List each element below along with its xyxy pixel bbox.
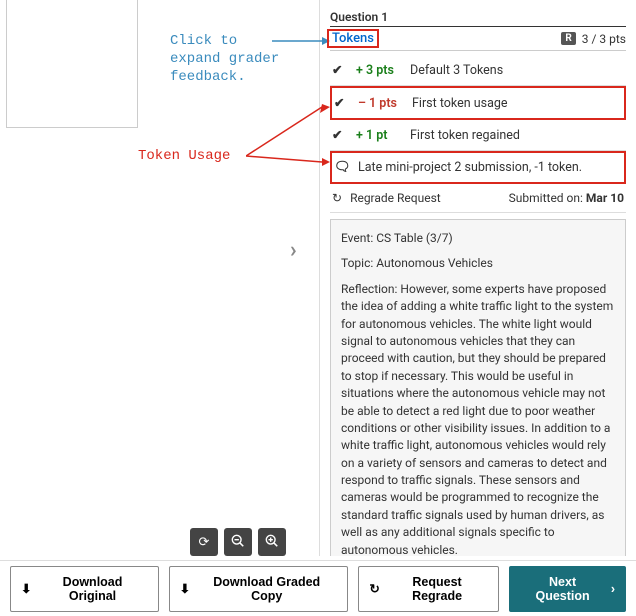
rubric-points: – 1 pts [358,96,402,111]
submitted-label: Submitted on: [509,191,583,205]
reflection-body: Reflection: However, some experts have p… [341,281,615,556]
rubric-label: First token regained [410,128,520,143]
rubric-item[interactable]: ✔ – 1 pts First token usage [330,86,626,120]
refresh-icon: ↻ [369,581,379,596]
regrade-badge: R [561,32,575,45]
zoom-out-button[interactable] [224,528,252,556]
chevron-right-icon[interactable]: › [290,238,297,263]
zoom-in-button[interactable] [258,528,286,556]
check-icon: ✔ [332,62,346,78]
rubric-item[interactable]: ✔ + 3 pts Default 3 Tokens [330,55,626,86]
regrade-request-row[interactable]: ↻ Regrade Request Submitted on: Mar 10 [330,184,626,213]
check-icon: 🗨 [334,160,348,175]
rubric-label: Late mini-project 2 submission, -1 token… [358,160,582,175]
rubric-label: Default 3 Tokens [410,63,503,78]
rubric-label: First token usage [412,96,508,111]
rubric-list: ✔ + 3 pts Default 3 Tokens ✔ – 1 pts First to… [330,55,626,184]
tokens-link[interactable]: Tokens [330,31,379,46]
next-question-button[interactable]: Next Question› [509,566,626,612]
regrade-label: Regrade Request [350,191,441,205]
points-display: 3 / 3 pts [582,32,626,46]
check-icon: ✔ [332,127,346,143]
reflection-topic: Topic: Autonomous Vehicles [341,255,615,272]
footer-bar: ⬇Download Original ⬇Download Graded Copy… [0,560,636,616]
refresh-icon: ↻ [332,191,342,205]
document-thumbnail[interactable] [6,0,138,128]
zoom-in-icon [265,534,279,551]
check-icon: ✔ [334,95,348,111]
reflection-event: Event: CS Table (3/7) [341,230,615,247]
download-graded-button[interactable]: ⬇Download Graded Copy [169,566,349,612]
grading-panel: Question 1 Tokens R 3 / 3 pts ✔ + 3 pts De… [320,0,636,556]
comment-icon: 🗨 [334,160,351,175]
submitted-date: Mar 10 [586,191,624,205]
rotate-button[interactable]: ⟳ [190,528,218,556]
download-icon: ⬇ [21,581,31,596]
chevron-right-icon: › [611,582,615,596]
rubric-item[interactable]: ✔ + 1 pt First token regained [330,120,626,151]
request-regrade-button[interactable]: ↻Request Regrade [358,566,499,612]
download-original-button[interactable]: ⬇Download Original [10,566,159,612]
rotate-icon: ⟳ [199,534,210,550]
reflection-box: Event: CS Table (3/7) Topic: Autonomous … [330,219,626,556]
document-viewer: › ⟳ [0,0,320,556]
download-icon: ⬇ [180,581,190,596]
rubric-item[interactable]: 🗨 Late mini-project 2 submission, -1 toke… [330,151,626,184]
question-header: Question 1 [330,4,626,27]
rubric-points: + 3 pts [356,63,400,78]
rubric-points: + 1 pt [356,128,400,143]
viewer-toolbar: ⟳ [190,528,286,556]
tokens-row: Tokens R 3 / 3 pts [330,27,626,51]
zoom-out-icon [231,534,245,551]
